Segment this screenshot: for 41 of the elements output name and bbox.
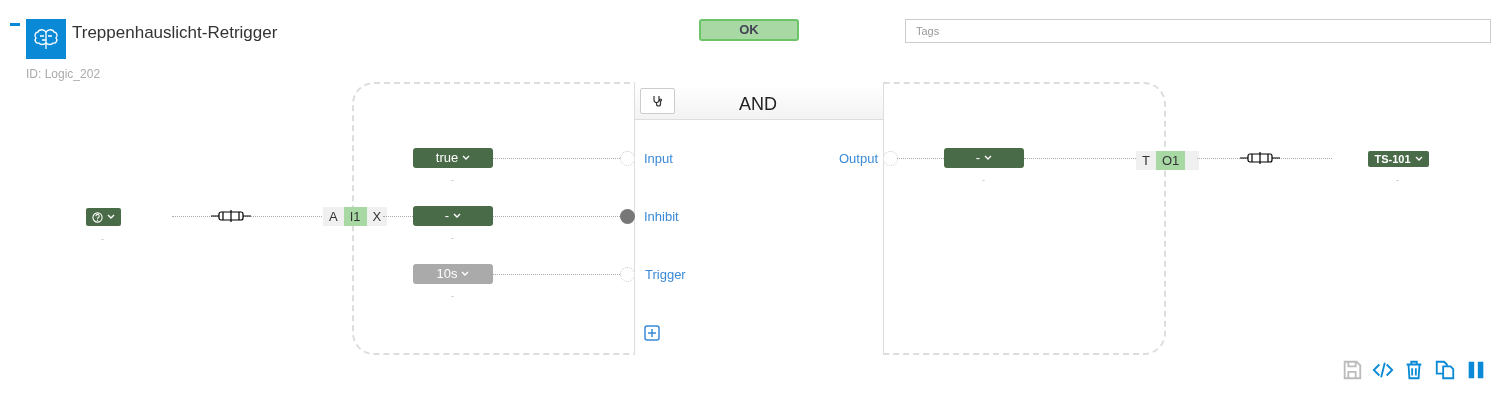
copy-icon[interactable] xyxy=(1434,359,1456,381)
value-caption: - xyxy=(451,234,454,243)
input-label: Input xyxy=(644,150,673,168)
value-dropdown[interactable]: - xyxy=(944,148,1024,168)
tags-field[interactable]: Tags xyxy=(905,19,1491,43)
logic-id: ID: Logic_202 xyxy=(26,66,101,83)
value-caption: - xyxy=(982,176,985,185)
logic-title: Treppenhauslicht-Retrigger xyxy=(72,22,278,44)
chevron-icon xyxy=(461,271,470,277)
fuse-icon xyxy=(211,210,251,222)
brain-icon xyxy=(26,19,66,59)
value-caption: - xyxy=(451,176,454,185)
chevron-icon xyxy=(1414,156,1423,162)
value-dropdown[interactable]: true xyxy=(413,148,493,168)
value-caption: - xyxy=(1396,176,1399,185)
value-dropdown[interactable]: - xyxy=(413,206,493,226)
input-label: Trigger xyxy=(645,266,686,284)
output-label: Output xyxy=(838,150,878,168)
port-tag[interactable]: X xyxy=(366,207,388,226)
chevron-icon xyxy=(453,213,462,219)
chevron-icon xyxy=(462,155,471,161)
port-tag[interactable]: I1 xyxy=(343,207,367,226)
port-tag[interactable]: T xyxy=(1136,151,1156,170)
source-dropdown[interactable] xyxy=(86,208,121,226)
value-caption: - xyxy=(451,292,454,301)
fuse-icon xyxy=(1240,152,1280,164)
chevron-icon xyxy=(107,214,115,220)
port-tag[interactable]: O1 xyxy=(1155,151,1186,170)
status-badge: OK xyxy=(699,19,799,41)
add-input-icon[interactable] xyxy=(644,325,660,341)
stethoscope-button[interactable] xyxy=(640,88,675,114)
stethoscope-icon xyxy=(651,95,664,107)
port-tag-end xyxy=(1185,151,1200,170)
port-tag[interactable]: A xyxy=(323,207,344,226)
input-label: Inhibit xyxy=(644,208,679,226)
target-dropdown[interactable]: TS-101 xyxy=(1368,151,1429,167)
block-title: AND xyxy=(739,93,777,116)
help-icon xyxy=(92,211,103,223)
value-caption: - xyxy=(101,235,104,244)
connected-port[interactable] xyxy=(620,209,635,224)
chevron-icon xyxy=(984,155,993,161)
